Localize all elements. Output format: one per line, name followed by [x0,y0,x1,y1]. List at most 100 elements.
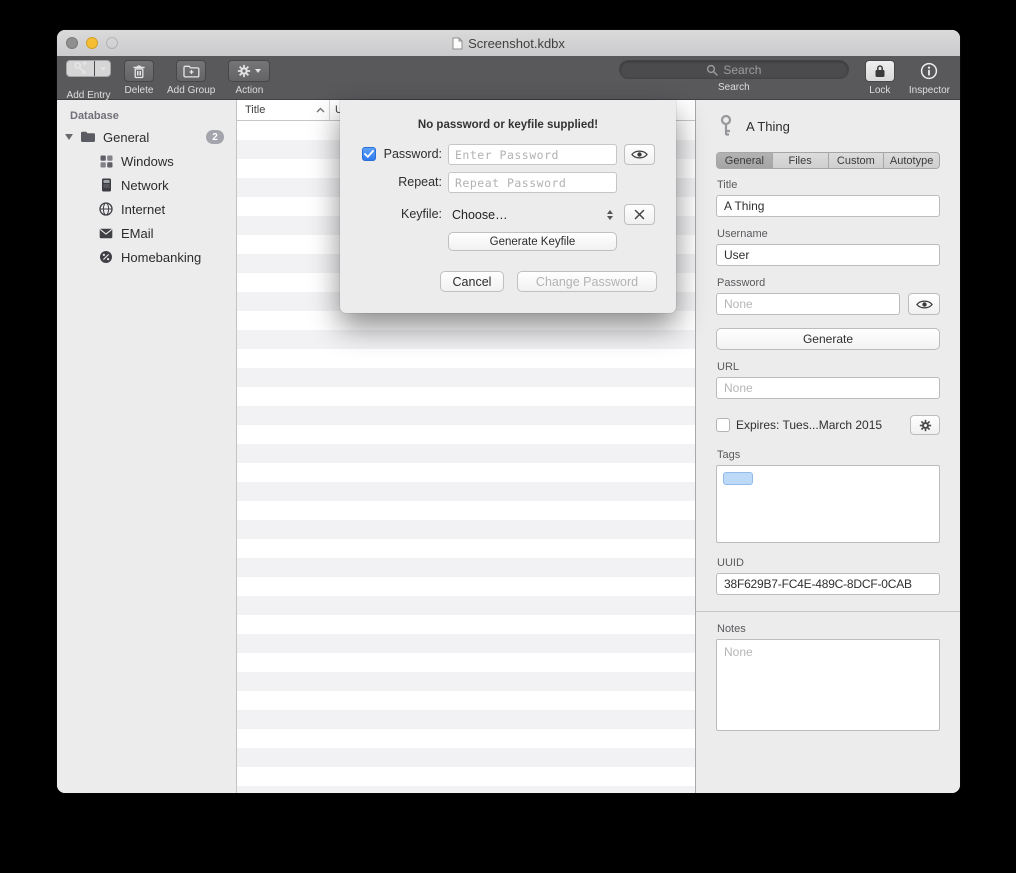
toolbar-item-inspector: Inspector [909,60,950,96]
sidebar-item-internet[interactable]: Internet [57,197,236,221]
sidebar-header: Database [70,110,236,122]
gear-icon [237,64,251,78]
globe-icon [98,201,114,217]
add-group-button[interactable] [176,60,206,82]
inspector-header: A Thing [716,112,940,140]
sheet-repeat-label: Repeat: [378,175,442,189]
sidebar-item-email[interactable]: EMail [57,221,236,245]
chevron-down-icon [100,67,106,71]
tab-files[interactable]: Files [773,153,829,168]
password-row [716,293,940,315]
change-password-button[interactable]: Change Password [517,271,657,292]
zoom-button[interactable] [106,37,118,49]
tab-custom[interactable]: Custom [829,153,885,168]
expires-label: Expires: Tues...March 2015 [736,418,904,432]
change-password-sheet: No password or keyfile supplied! Passwor… [340,100,676,313]
notes-field[interactable] [716,639,940,731]
search-input[interactable]: Search [619,60,849,79]
folder-plus-icon [183,65,200,78]
sheet-repeat-input[interactable] [448,172,617,193]
search-icon [706,64,718,76]
cancel-button[interactable]: Cancel [440,271,504,292]
toolbar-item-lock: Lock [865,60,895,96]
info-icon [920,62,938,80]
lock-icon [874,64,886,78]
titlebar: Screenshot.kdbx [57,30,960,56]
traffic-lights [66,37,118,49]
expires-settings-button[interactable] [910,415,940,435]
expires-checkbox[interactable] [716,418,730,432]
sidebar-item-label: Network [121,178,169,193]
coin-percent-icon [98,249,114,265]
popup-chevrons-icon [607,210,613,220]
action-label: Action [235,85,263,96]
uuid-field[interactable] [716,573,940,595]
eye-icon [631,149,648,160]
password-field-label: Password [717,277,940,289]
entry-count-badge: 2 [206,130,224,144]
generate-password-button[interactable]: Generate [716,328,940,350]
column-header-title[interactable]: Title [237,100,330,120]
toolbar-item-add-entry: Add Entry [66,60,111,101]
tags-box[interactable] [716,465,940,543]
password-checkbox[interactable] [362,147,376,161]
close-button[interactable] [66,37,78,49]
toolbar: Add Entry Delete Add Group [57,56,960,100]
sheet-password-label: Password: [378,147,442,161]
tag-chip[interactable] [723,472,753,485]
tab-autotype[interactable]: Autotype [884,153,939,168]
gear-icon [919,419,932,432]
sidebar-item-windows[interactable]: Windows [57,149,236,173]
clear-keyfile-button[interactable] [624,204,655,225]
email-icon [98,225,114,241]
document-icon [452,37,463,50]
username-field[interactable] [716,244,940,266]
expires-row: Expires: Tues...March 2015 [716,415,940,435]
add-group-label: Add Group [167,85,215,96]
add-entry-main[interactable] [67,61,95,76]
folder-icon [80,129,96,145]
close-x-icon [634,209,645,220]
reveal-password-button[interactable] [908,293,940,315]
column-title-label: Title [245,104,265,116]
password-field[interactable] [716,293,900,315]
toolbar-right: Search Search Lock [619,60,950,96]
sidebar-item-homebanking[interactable]: Homebanking [57,245,236,269]
sidebar-item-label: Windows [121,154,174,169]
sidebar-item-label: EMail [121,226,154,241]
add-entry-button[interactable] [66,60,111,77]
tab-general[interactable]: General [717,153,773,168]
minimize-button[interactable] [86,37,98,49]
toolbar-item-add-group: Add Group [167,60,215,96]
sheet-password-input[interactable] [448,144,617,165]
sidebar-item-network[interactable]: Network [57,173,236,197]
entry-title: A Thing [746,119,790,134]
keyfile-popup-value: Choose… [452,208,508,222]
tags-label: Tags [717,449,940,461]
inspector-panel: A Thing General Files Custom Autotype Ti… [695,100,960,793]
lock-button[interactable] [865,60,895,82]
sidebar-item-general[interactable]: General 2 [57,125,236,149]
toolbar-item-search: Search Search [619,60,849,93]
notes-label: Notes [717,623,940,635]
uuid-label: UUID [717,557,940,569]
delete-button[interactable] [124,60,154,82]
sidebar-item-label: Internet [121,202,165,217]
sheet-message: No password or keyfile supplied! [340,119,676,131]
generate-keyfile-button[interactable]: Generate Keyfile [448,232,617,251]
sheet-reveal-password-button[interactable] [624,144,655,165]
delete-label: Delete [125,85,154,96]
add-entry-dropdown[interactable] [95,61,110,76]
check-icon [364,150,374,158]
keyfile-popup[interactable]: Choose… [452,204,617,225]
key-plus-icon [73,61,88,76]
sidebar-item-label: Homebanking [121,250,201,265]
disclosure-triangle-icon[interactable] [65,134,73,140]
key-icon [716,114,736,138]
title-field[interactable] [716,195,940,217]
url-field[interactable] [716,377,940,399]
action-button[interactable] [228,60,270,82]
inspector-toggle-button[interactable] [914,60,944,82]
search-label: Search [718,82,750,93]
title-field-label: Title [717,179,940,191]
